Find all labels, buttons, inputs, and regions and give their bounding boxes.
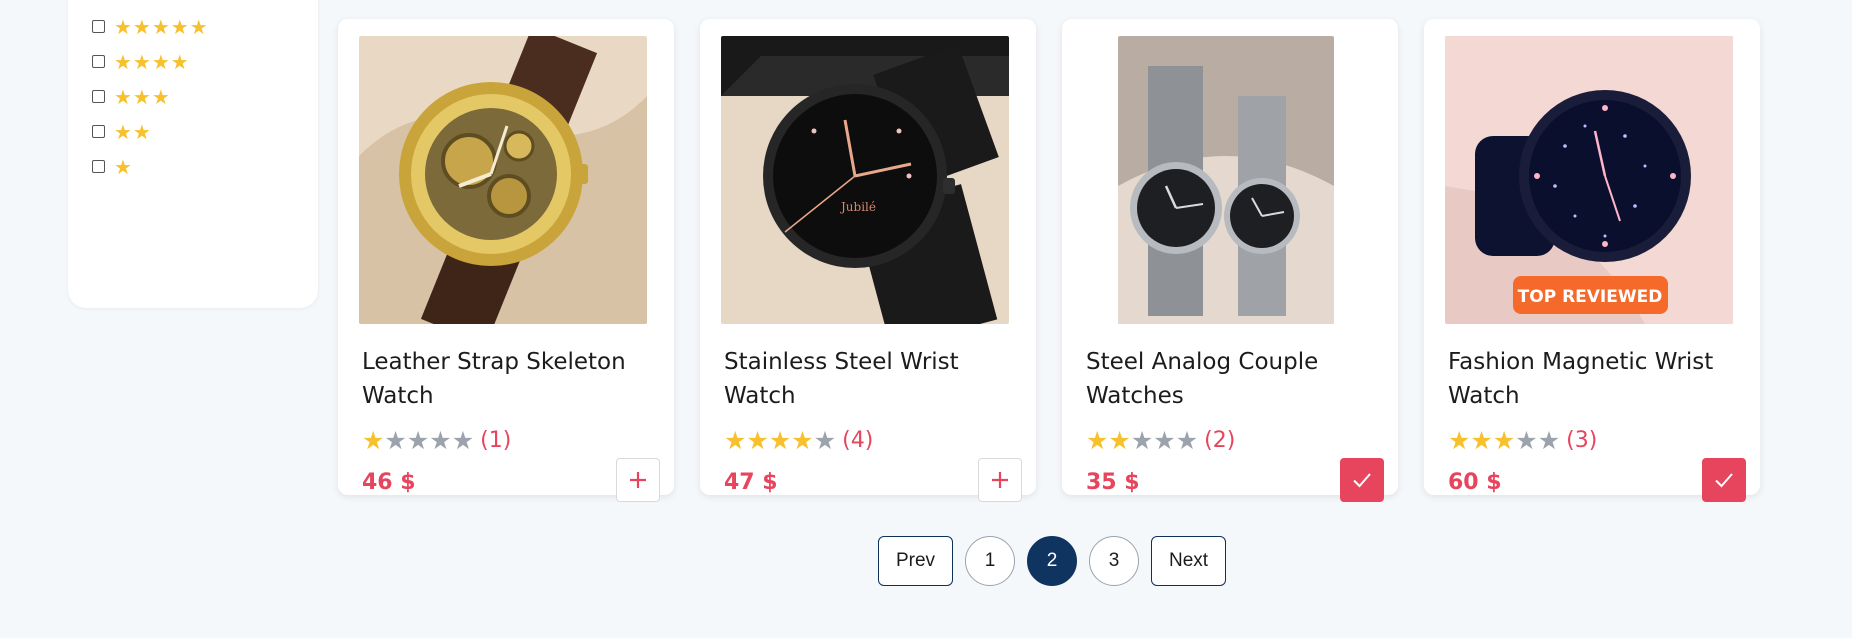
review-count: (3) (1566, 428, 1598, 453)
check-icon (1715, 473, 1733, 488)
star-icon: ★ (1515, 426, 1538, 455)
stars-icon: ★★★★ (114, 49, 190, 74)
product-image[interactable]: TOP REVIEWED (1445, 36, 1733, 324)
star-icon: ★ (451, 426, 475, 455)
star-icon: ★ (384, 426, 407, 455)
star-icon: ★ (746, 426, 769, 455)
star-icon: ★ (1175, 426, 1199, 455)
badge-text: TOP REVIEWED (1518, 287, 1663, 307)
rating-filter: ★★★★★ ★★★★ ★★★ ★★ ★ (92, 9, 209, 184)
rating-checkbox[interactable] (92, 20, 105, 33)
rating-checkbox[interactable] (92, 160, 105, 173)
product-card[interactable]: Jubilé Stainless Steel Wrist Watch ★ ★ ★… (700, 19, 1036, 502)
svg-text:Jubilé: Jubilé (839, 200, 876, 214)
rating-checkbox[interactable] (92, 125, 105, 138)
rating-filter-3[interactable]: ★★★ (92, 79, 209, 114)
review-count: (1) (480, 428, 512, 453)
product-rating: ★ ★ ★ ★ ★ (2) (1086, 428, 1235, 453)
product-title[interactable]: Leather Strap Skeleton Watch (362, 345, 662, 413)
product-price: 46 $ (362, 470, 416, 495)
page-button-3[interactable]: 3 (1089, 536, 1139, 586)
stars-icon: ★★★ (114, 84, 171, 109)
star-icon: ★ (1537, 426, 1561, 455)
product-title[interactable]: Stainless Steel Wrist Watch (724, 345, 1024, 413)
product-card[interactable]: Leather Strap Skeleton Watch ★ ★ ★ ★ ★ (… (338, 19, 674, 502)
add-to-cart-button[interactable] (978, 458, 1022, 502)
product-listing-page: ★★★★★ ★★★★ ★★★ ★★ ★ Leather Strap Skelet… (0, 0, 1852, 638)
product-price: 35 $ (1086, 470, 1140, 495)
rating-checkbox[interactable] (92, 55, 105, 68)
product-rating: ★ ★ ★ ★ ★ (1) (362, 428, 511, 453)
product-image[interactable] (1118, 36, 1334, 324)
rating-filter-4[interactable]: ★★★★ (92, 44, 209, 79)
added-to-cart-button[interactable] (1340, 458, 1384, 502)
star-icon: ★ (1448, 426, 1471, 455)
add-to-cart-button[interactable] (616, 458, 660, 502)
page-button-2-current[interactable]: 2 (1027, 536, 1077, 586)
product-image[interactable]: Jubilé (721, 36, 1009, 324)
product-rating: ★ ★ ★ ★ ★ (4) (724, 428, 873, 453)
plus-icon (630, 472, 646, 488)
rating-filter-1[interactable]: ★ (92, 149, 209, 184)
filter-sidebar: ★★★★★ ★★★★ ★★★ ★★ ★ (68, 0, 318, 308)
star-icon: ★ (429, 426, 452, 455)
plus-icon (992, 472, 1008, 488)
star-icon: ★ (362, 426, 385, 455)
page-button-1[interactable]: 1 (965, 536, 1015, 586)
star-icon: ★ (768, 426, 792, 455)
stars-icon: ★ (114, 154, 133, 179)
product-price: 47 $ (724, 470, 778, 495)
star-icon: ★ (1086, 426, 1109, 455)
review-count: (2) (1204, 428, 1236, 453)
product-title[interactable]: Fashion Magnetic Wrist Watch (1448, 345, 1748, 413)
stars-icon: ★★★★★ (114, 14, 209, 39)
review-count: (4) (842, 428, 874, 453)
check-icon (1353, 473, 1371, 488)
star-icon: ★ (1130, 426, 1154, 455)
product-rating: ★ ★ ★ ★ ★ (3) (1448, 428, 1597, 453)
rating-checkbox[interactable] (92, 90, 105, 103)
star-icon: ★ (791, 426, 814, 455)
stars-icon: ★★ (114, 119, 152, 144)
rating-filter-5[interactable]: ★★★★★ (92, 9, 209, 44)
star-icon: ★ (1492, 426, 1516, 455)
prev-page-button[interactable]: Prev (878, 536, 953, 586)
star-icon: ★ (724, 426, 747, 455)
rating-filter-2[interactable]: ★★ (92, 114, 209, 149)
star-icon: ★ (1108, 426, 1131, 455)
added-to-cart-button[interactable] (1702, 458, 1746, 502)
product-price: 60 $ (1448, 470, 1502, 495)
product-title[interactable]: Steel Analog Couple Watches (1086, 345, 1386, 413)
next-page-button[interactable]: Next (1151, 536, 1226, 586)
product-image[interactable] (359, 36, 647, 324)
star-icon: ★ (1470, 426, 1493, 455)
star-icon: ★ (406, 426, 430, 455)
star-icon: ★ (813, 426, 837, 455)
product-card[interactable]: TOP REVIEWED Fashion Magnetic Wrist Watc… (1424, 19, 1760, 502)
star-icon: ★ (1153, 426, 1176, 455)
product-card[interactable]: Steel Analog Couple Watches ★ ★ ★ ★ ★ (2… (1062, 19, 1398, 502)
pagination: Prev 1 2 3 Next (878, 536, 1226, 586)
